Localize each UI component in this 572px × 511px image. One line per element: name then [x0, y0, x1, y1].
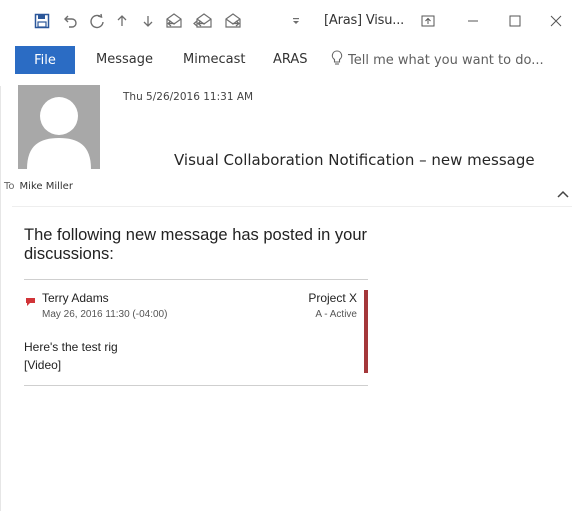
redo-icon[interactable] — [86, 10, 108, 32]
header-divider — [12, 206, 572, 207]
avatar — [18, 85, 100, 169]
reply-all-icon[interactable] — [192, 10, 214, 32]
window-title: [Aras] Visu... — [324, 13, 405, 28]
message-subject: Visual Collaboration Notification – new … — [174, 151, 535, 169]
post-timestamp: May 26, 2016 11:30 (-04:00) — [42, 309, 168, 320]
collapse-header-icon[interactable] — [556, 185, 570, 198]
minimize-icon[interactable] — [458, 8, 488, 34]
to-label: To — [4, 181, 15, 192]
title-bar: [Aras] Visu... — [0, 0, 572, 42]
comment-flag-icon — [26, 294, 36, 312]
recipient-name[interactable]: Mike Miller — [20, 181, 73, 192]
maximize-icon[interactable] — [500, 8, 530, 34]
tab-file[interactable]: File — [15, 46, 75, 74]
restore-ribbon-icon[interactable] — [413, 8, 443, 34]
post-text: Here's the test rig — [24, 340, 118, 354]
save-icon[interactable] — [31, 10, 53, 32]
customize-toolbar-icon[interactable] — [289, 10, 303, 32]
sent-date: Thu 5/26/2016 11:31 AM — [123, 91, 254, 103]
message-body: The following new message has posted in … — [24, 226, 374, 386]
next-item-icon[interactable] — [137, 10, 159, 32]
close-icon[interactable] — [541, 8, 571, 34]
tab-mimecast[interactable]: Mimecast — [183, 52, 245, 67]
undo-icon[interactable] — [60, 10, 82, 32]
post-author[interactable]: Terry Adams — [42, 291, 109, 305]
post-accent-bar — [364, 290, 368, 373]
post-video-link[interactable]: [Video] — [24, 358, 61, 372]
tell-me-placeholder: Tell me what you want to do... — [348, 52, 544, 68]
post-state: A - Active — [315, 309, 357, 320]
window-left-border — [0, 86, 1, 511]
forward-icon[interactable] — [222, 10, 244, 32]
intro-text: The following new message has posted in … — [24, 226, 368, 263]
to-line: To Mike Miller — [4, 181, 73, 192]
post-project[interactable]: Project X — [308, 291, 357, 305]
discussion-post: Terry Adams May 26, 2016 11:30 (-04:00) … — [24, 280, 368, 373]
tab-message[interactable]: Message — [96, 52, 153, 67]
tab-aras[interactable]: ARAS — [273, 52, 308, 67]
tell-me-search[interactable]: Tell me what you want to do... — [331, 50, 544, 70]
reply-icon[interactable] — [163, 10, 185, 32]
previous-item-icon[interactable] — [111, 10, 133, 32]
divider — [24, 385, 368, 386]
lightbulb-icon — [331, 50, 343, 70]
